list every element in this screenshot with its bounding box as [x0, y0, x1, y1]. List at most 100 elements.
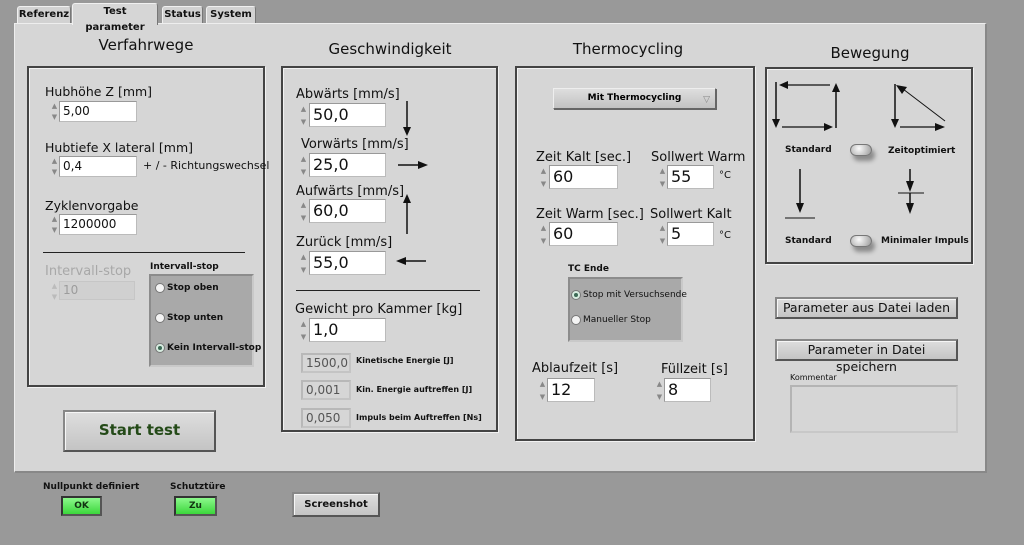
thermocycling-mode-dropdown[interactable]: Mit Thermocycling ▽ — [553, 88, 716, 109]
kin-energie-label: Kinetische Energie [J] — [356, 356, 454, 365]
load-parameters-button[interactable]: Parameter aus Datei laden — [775, 297, 958, 319]
nullpunkt-label: Nullpunkt definiert — [43, 482, 140, 492]
hubhoehe-stepper[interactable]: ▲ ▼ — [50, 101, 59, 123]
zyklen-stepper[interactable]: ▲ ▼ — [50, 214, 59, 236]
sollwert-warm-label: Sollwert Warm — [651, 150, 746, 165]
richtungswechsel-note: + / - Richtungswechsel — [143, 159, 270, 172]
fuellzeit-stepper[interactable]: ▲ ▼ — [655, 378, 664, 404]
screenshot-button[interactable]: Screenshot — [292, 492, 380, 517]
sollwert-warm-unit: °C — [719, 170, 731, 181]
gewicht-input[interactable]: 1,0 — [309, 318, 386, 342]
abwaerts-input[interactable]: 50,0 — [309, 103, 386, 127]
radio-label: Stop oben — [167, 283, 219, 293]
switch1-toggle[interactable] — [850, 144, 872, 156]
sollwert-kalt-unit: °C — [719, 230, 731, 241]
start-test-button[interactable]: Start test — [63, 410, 216, 452]
divider — [296, 290, 480, 291]
hubhoehe-input[interactable]: 5,00 — [59, 101, 137, 122]
radio-dot-selected[interactable] — [571, 290, 581, 300]
schutztuere-indicator: Zu — [174, 496, 217, 516]
hubtiefe-stepper[interactable]: ▲ ▼ — [50, 156, 59, 178]
zeit-kalt-input[interactable]: 60 — [549, 165, 618, 189]
tab-status[interactable]: Status — [162, 6, 203, 24]
vorwaerts-label: Vorwärts [mm/s] — [301, 137, 409, 152]
radio-dot-selected[interactable] — [155, 343, 165, 353]
zurueck-stepper[interactable]: ▲ ▼ — [299, 251, 308, 277]
intervall-stop-input: 10 — [59, 281, 135, 300]
kin-energie-display: 1500,0 — [301, 353, 351, 373]
kommentar-textarea[interactable] — [790, 385, 958, 433]
kommentar-label: Kommentar — [790, 373, 837, 382]
radio-label: Manueller Stop — [583, 315, 651, 325]
zyklen-input[interactable]: 1200000 — [59, 214, 137, 235]
zeit-warm-input[interactable]: 60 — [549, 222, 618, 246]
hubtiefe-label: Hubtiefe X lateral [mm] — [45, 140, 193, 155]
aufwaerts-input[interactable]: 60,0 — [309, 199, 386, 223]
switch1-right-label: Zeitoptimiert — [888, 146, 956, 156]
tc-ende-radio-group — [568, 277, 683, 342]
zurueck-label: Zurück [mm/s] — [296, 235, 393, 250]
tab-system[interactable]: System — [206, 6, 256, 24]
zurueck-input[interactable]: 55,0 — [309, 251, 386, 275]
nullpunkt-indicator: OK — [61, 496, 102, 516]
ablaufzeit-stepper[interactable]: ▲ ▼ — [538, 378, 547, 404]
switch1-left-label: Standard — [785, 145, 832, 155]
standard-impact-icon — [785, 169, 815, 219]
ablaufzeit-label: Ablaufzeit [s] — [532, 361, 619, 376]
aufwaerts-label: Aufwärts [mm/s] — [296, 184, 405, 199]
zyklen-label: Zyklenvorgabe — [45, 198, 139, 213]
impuls-label: Impuls beim Auftreffen [Ns] — [356, 413, 482, 422]
zeit-kalt-label: Zeit Kalt [sec.] — [536, 150, 632, 165]
intervall-stop-stepper: ▲ ▼ — [51, 282, 58, 301]
fuellzeit-input[interactable]: 8 — [664, 378, 711, 402]
arrow-right-icon — [398, 161, 428, 169]
radio-label: Stop unten — [167, 313, 224, 323]
radio-label: Stop mit Versuchsende — [583, 290, 687, 300]
tc-ende-label: TC Ende — [568, 264, 609, 274]
arrow-up-icon — [403, 194, 411, 234]
radio-label: Kein Intervall-stop — [167, 343, 262, 353]
sollwert-kalt-input[interactable]: 5 — [667, 222, 714, 246]
radio-stop-unten[interactable]: Stop unten — [155, 313, 223, 323]
radio-kein-intervall-stop[interactable]: Kein Intervall-stop — [155, 343, 261, 353]
zeit-warm-label: Zeit Warm [sec.] — [536, 207, 644, 222]
impuls-display: 0,050 — [301, 408, 351, 428]
save-parameters-button[interactable]: Parameter in Datei speichern — [775, 339, 958, 374]
ablaufzeit-input[interactable]: 12 — [547, 378, 595, 402]
zeit-warm-stepper[interactable]: ▲ ▼ — [539, 222, 548, 248]
intervall-stop-group-label: Intervall-stop — [150, 262, 219, 272]
schutztuere-label: Schutztüre — [170, 482, 226, 492]
hubhoehe-label: Hubhöhe Z [mm] — [45, 84, 153, 99]
radio-dot[interactable] — [571, 315, 581, 325]
sollwert-warm-input[interactable]: 55 — [667, 165, 714, 189]
gewicht-stepper[interactable]: ▲ ▼ — [299, 318, 308, 344]
kin-energie-auftreffen-label: Kin. Energie auftreffen [J] — [356, 385, 473, 394]
section-title-geschwindigkeit: Geschwindigkeit — [328, 40, 452, 58]
vorwaerts-input[interactable]: 25,0 — [309, 153, 386, 177]
section-title-verfahrwege: Verfahrwege — [98, 36, 194, 54]
radio-stop-mit-versuchsende[interactable]: Stop mit Versuchsende — [571, 290, 687, 300]
sollwert-kalt-stepper[interactable]: ▲ ▼ — [658, 222, 667, 248]
radio-manueller-stop[interactable]: Manueller Stop — [571, 315, 651, 325]
abwaerts-stepper[interactable]: ▲ ▼ — [299, 103, 308, 129]
section-title-thermocycling: Thermocycling — [572, 40, 684, 58]
tab-referenz[interactable]: Referenz — [17, 6, 71, 24]
gewicht-label: Gewicht pro Kammer [kg] — [295, 302, 463, 317]
chevron-down-icon: ▽ — [703, 95, 710, 105]
vorwaerts-stepper[interactable]: ▲ ▼ — [299, 153, 308, 179]
kin-energie-auftreffen-display: 0,001 — [301, 380, 351, 400]
radio-dot[interactable] — [155, 283, 165, 293]
hubtiefe-input[interactable]: 0,4 — [59, 156, 137, 177]
switch2-toggle[interactable] — [850, 235, 872, 247]
divider — [43, 252, 245, 253]
sollwert-warm-stepper[interactable]: ▲ ▼ — [658, 165, 667, 191]
radio-dot[interactable] — [155, 313, 165, 323]
radio-stop-oben[interactable]: Stop oben — [155, 283, 219, 293]
tab-test-parameter[interactable]: Test parameter — [72, 3, 158, 33]
minimal-impulse-icon — [898, 169, 924, 214]
section-title-bewegung: Bewegung — [830, 44, 910, 62]
standard-cycle-icon — [772, 81, 840, 131]
aufwaerts-stepper[interactable]: ▲ ▼ — [299, 199, 308, 225]
zeit-kalt-stepper[interactable]: ▲ ▼ — [539, 165, 548, 191]
switch2-left-label: Standard — [785, 236, 832, 246]
